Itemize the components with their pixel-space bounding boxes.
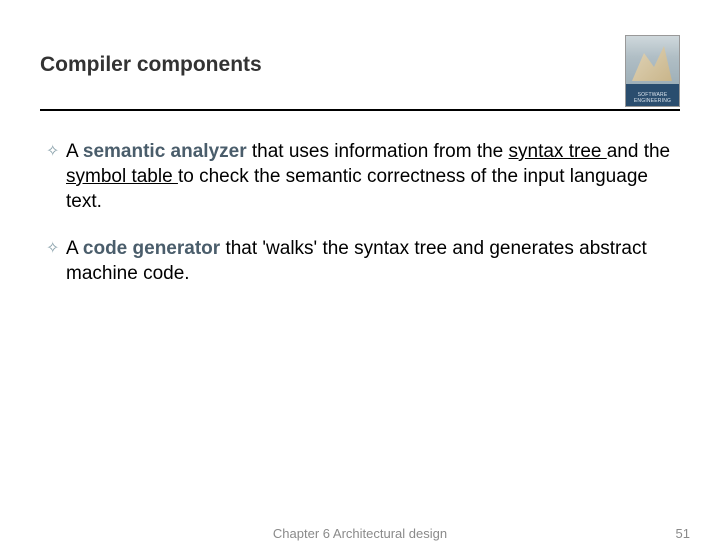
bullet-underline: symbol table <box>66 166 178 187</box>
bullet-prefix: A <box>66 141 83 162</box>
footer-chapter: Chapter 6 Architectural design <box>273 526 447 541</box>
bullet-item: ✧ A semantic analyzer that uses informat… <box>46 139 674 214</box>
bullet-underline: syntax tree <box>509 141 607 162</box>
book-cover-label: SOFTWARE ENGINEERING <box>626 92 679 104</box>
slide-title: Compiler components <box>40 35 262 77</box>
bullet-term: semantic analyzer <box>83 141 247 162</box>
slide: Compiler components SOFTWARE ENGINEERING… <box>0 0 720 540</box>
bullet-term: code generator <box>83 238 220 259</box>
bullet-text: A semantic analyzer that uses informatio… <box>66 139 674 214</box>
diamond-bullet-icon: ✧ <box>46 139 66 162</box>
bullet-text: A code generator that 'walks' the syntax… <box>66 236 674 286</box>
bullet-item: ✧ A code generator that 'walks' the synt… <box>46 236 674 286</box>
book-cover-thumbnail: SOFTWARE ENGINEERING <box>625 35 680 107</box>
bullet-seg: and the <box>607 141 670 162</box>
slide-content: ✧ A semantic analyzer that uses informat… <box>40 111 680 286</box>
diamond-bullet-icon: ✧ <box>46 236 66 259</box>
slide-header: Compiler components SOFTWARE ENGINEERING <box>40 35 680 107</box>
bullet-prefix: A <box>66 238 83 259</box>
footer-page-number: 51 <box>676 526 690 541</box>
bullet-seg: that uses information from the <box>247 141 509 162</box>
